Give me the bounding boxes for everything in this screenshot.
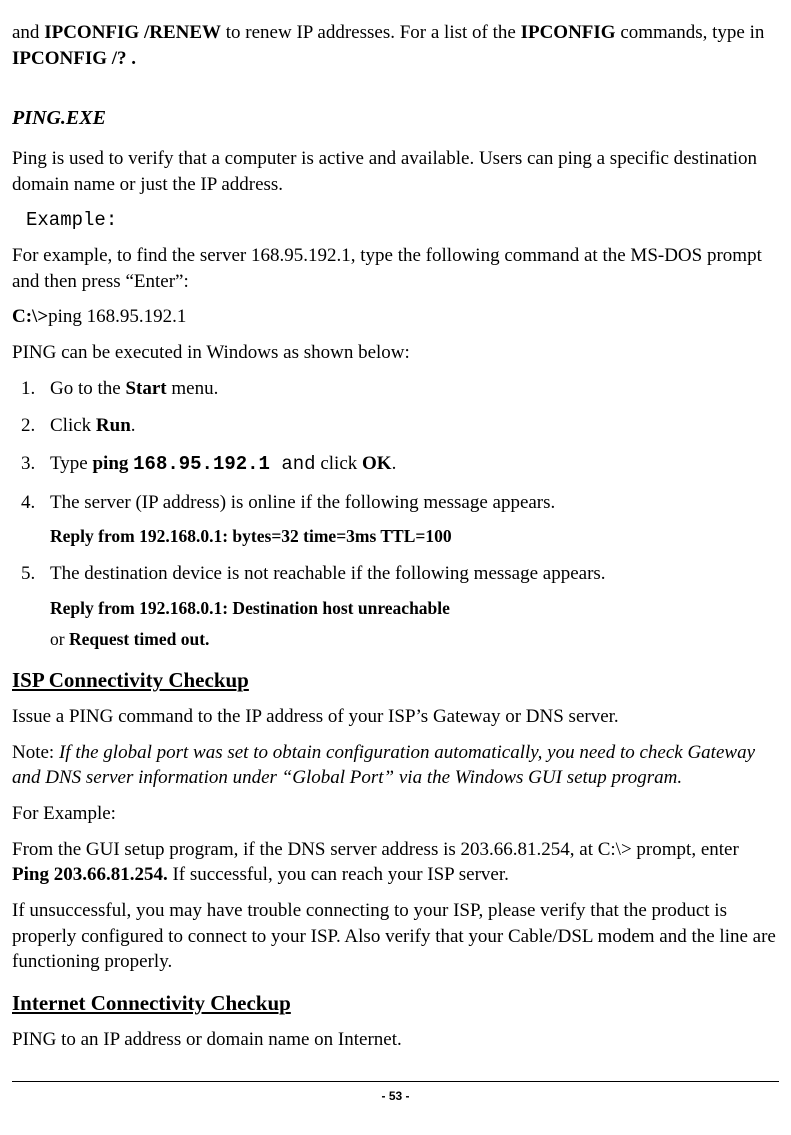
step3-dot: .: [392, 453, 397, 474]
step3-text1: Type: [50, 453, 92, 474]
step-5: The destination device is not reachable …: [40, 561, 779, 652]
intro-cmd3: IPCONFIG /? .: [12, 48, 136, 69]
step1-bold: Start: [125, 378, 166, 399]
windows-intro: PING can be executed in Windows as shown…: [12, 340, 779, 366]
step-3: Type ping 168.95.192.1 and click OK.: [40, 451, 779, 478]
step5-reply: Reply from 192.168.0.1: Destination host…: [50, 597, 779, 621]
step2-text1: Click: [50, 415, 96, 436]
page-number: - 53 -: [12, 1088, 779, 1104]
footer-divider: [12, 1081, 779, 1082]
note-label: Note:: [12, 742, 59, 763]
example-description: For example, to find the server 168.95.1…: [12, 243, 779, 294]
step2-bold: Run: [96, 415, 131, 436]
step-1: Go to the Start menu.: [40, 376, 779, 402]
command-prompt-line: C:\>ping 168.95.192.1: [12, 304, 779, 330]
ping-heading: PING.EXE: [12, 105, 779, 132]
intro-cmd1: IPCONFIG /RENEW: [44, 22, 221, 43]
step-2: Click Run.: [40, 413, 779, 439]
step3-ip: 168.95.192.1: [133, 453, 281, 475]
isp-heading: ISP Connectivity Checkup: [12, 666, 779, 694]
example-label: Example:: [26, 208, 779, 234]
step3-ok: OK: [362, 453, 392, 474]
internet-heading: Internet Connectivity Checkup: [12, 989, 779, 1017]
isp-p3: If unsuccessful, you may have trouble co…: [12, 898, 779, 975]
step-4: The server (IP address) is online if the…: [40, 490, 779, 549]
step4-reply: Reply from 192.168.0.1: bytes=32 time=3m…: [50, 525, 779, 549]
step5-timeout: Request timed out.: [69, 629, 209, 649]
internet-p1: PING to an IP address or domain name on …: [12, 1027, 779, 1053]
prompt-prefix: C:\>: [12, 306, 48, 327]
step5-text: The destination device is not reachable …: [50, 563, 606, 584]
note-body: If the global port was set to obtain con…: [12, 742, 755, 789]
step3-ping: ping: [92, 453, 133, 474]
prompt-command: ping 168.95.192.1: [48, 306, 186, 327]
step3-and: and: [281, 453, 315, 475]
intro-text1: and: [12, 22, 44, 43]
isp-p2a: From the GUI setup program, if the DNS s…: [12, 839, 739, 860]
isp-for-example: For Example:: [12, 801, 779, 827]
intro-text2: to renew IP addresses. For a list of the: [221, 22, 521, 43]
isp-p2b: Ping 203.66.81.254.: [12, 864, 168, 885]
isp-p1: Issue a PING command to the IP address o…: [12, 704, 779, 730]
intro-paragraph: and IPCONFIG /RENEW to renew IP addresse…: [12, 20, 779, 71]
isp-p2: From the GUI setup program, if the DNS s…: [12, 837, 779, 888]
isp-p2c: If successful, you can reach your ISP se…: [168, 864, 509, 885]
step5-or: or: [50, 629, 69, 649]
intro-text3: commands, type in: [616, 22, 765, 43]
intro-cmd2: IPCONFIG: [521, 22, 616, 43]
step1-text1: Go to the: [50, 378, 125, 399]
step1-text2: menu.: [167, 378, 219, 399]
steps-list: Go to the Start menu. Click Run. Type pi…: [12, 376, 779, 652]
step3-text2: click: [316, 453, 362, 474]
step2-text2: .: [131, 415, 136, 436]
isp-note: Note: If the global port was set to obta…: [12, 740, 779, 791]
ping-description: Ping is used to verify that a computer i…: [12, 146, 779, 197]
step5-or-line: or Request timed out.: [50, 628, 779, 652]
step4-text: The server (IP address) is online if the…: [50, 492, 555, 513]
